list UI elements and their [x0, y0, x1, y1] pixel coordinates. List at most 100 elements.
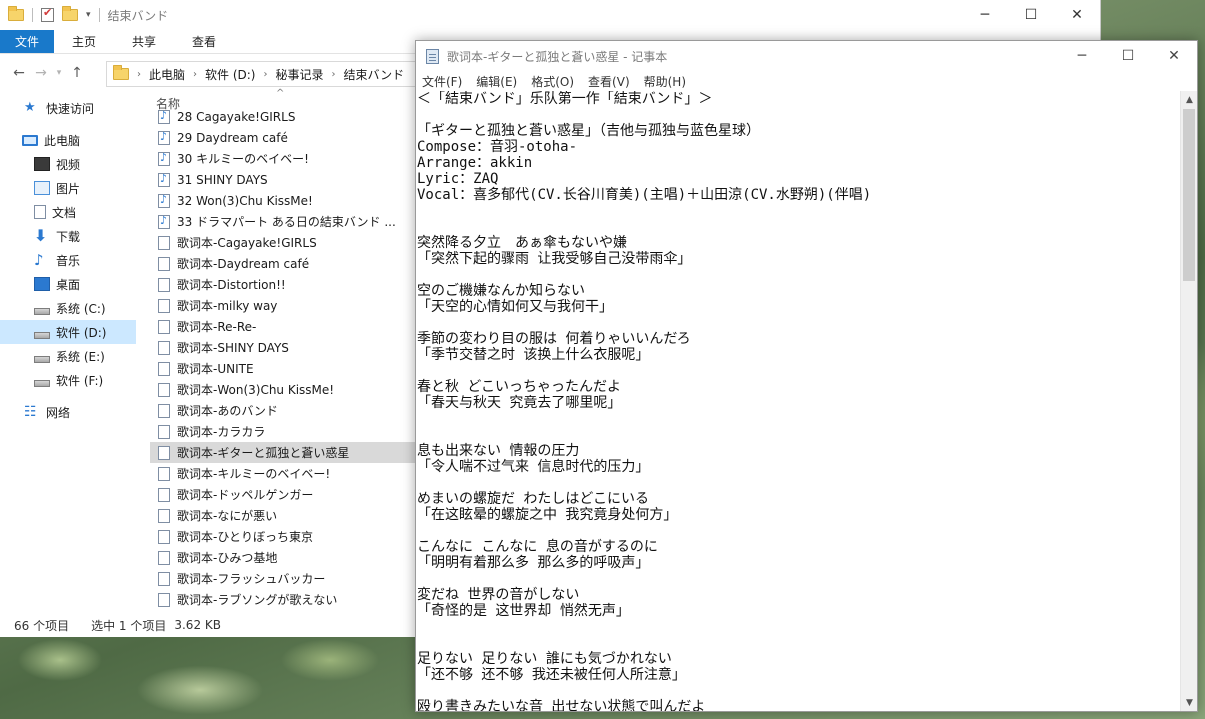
folder-icon[interactable] [8, 6, 24, 21]
list-item[interactable]: 歌词本-Cagayake!GIRLS [150, 232, 416, 253]
menu-format[interactable]: 格式(O) [531, 73, 574, 90]
computer-icon [22, 134, 38, 146]
item-count: 66 个项目 [14, 618, 70, 633]
maximize-icon[interactable]: ☐ [1105, 41, 1151, 71]
list-item[interactable]: 歌词本-ひとりぼっち東京 [150, 526, 416, 547]
list-item[interactable]: 歌词本-ラブソングが歌えない [150, 589, 416, 609]
list-item[interactable]: 歌词本-フラッシュバッカー [150, 568, 416, 589]
scroll-down-icon[interactable]: ▼ [1181, 694, 1198, 711]
list-item[interactable]: 歌词本-キルミーのベイベー! [150, 463, 416, 484]
menu-help[interactable]: 帮助(H) [644, 73, 686, 90]
nav-item[interactable]: 系统 (C:) [0, 296, 136, 320]
text-line: 「突然下起的骤雨 让我受够自己没带雨伞」 [417, 251, 692, 267]
text-line: 空のご機嫌なんか知らない [417, 283, 585, 299]
menu-edit[interactable]: 编辑(E) [476, 73, 517, 90]
nav-item[interactable]: ♪ 音乐 [0, 248, 136, 272]
audio-file-icon [158, 172, 170, 187]
list-item[interactable]: 歌词本-Distortion!! [150, 274, 416, 295]
file-name: 歌词本-UNITE [177, 362, 254, 376]
minimize-icon[interactable]: ─ [962, 0, 1008, 30]
text-line [417, 363, 1180, 379]
forward-arrow-icon[interactable]: → [30, 65, 52, 81]
toolbar-divider [32, 8, 33, 22]
menu-view[interactable]: 查看(V) [588, 73, 630, 90]
recent-dropdown-icon[interactable]: ▾ [52, 68, 66, 78]
list-item[interactable]: 28 Cagayake!GIRLS [150, 106, 416, 127]
list-item[interactable]: 歌词本-Re-Re- [150, 316, 416, 337]
minimize-icon[interactable]: ─ [1059, 41, 1105, 71]
text-line: 足りない 足りない 誰にも気づかれない [417, 651, 672, 667]
nav-item[interactable]: 软件 (F:) [0, 368, 136, 392]
nav-item[interactable]: 系统 (E:) [0, 344, 136, 368]
customize-dropdown-icon[interactable]: ▾ [86, 10, 91, 20]
text-file-icon [158, 382, 170, 397]
list-item[interactable]: 歌词本-SHINY DAYS [150, 337, 416, 358]
nav-item[interactable]: 文档 [0, 200, 136, 224]
list-item[interactable]: 31 SHINY DAYS [150, 169, 416, 190]
ribbon-tab-view[interactable]: 查看 [174, 30, 234, 53]
breadcrumb-item[interactable]: 结束バンド [344, 66, 405, 83]
nav-item[interactable]: 桌面 [0, 272, 136, 296]
breadcrumb-item[interactable]: 秘事记录 [275, 66, 323, 83]
nav-item[interactable]: 视频 [0, 152, 136, 176]
ribbon-tab-file[interactable]: 文件 [0, 30, 55, 53]
nav-item[interactable]: 图片 [0, 176, 136, 200]
text-file-icon [158, 550, 170, 565]
nav-item[interactable]: 此电脑 [0, 128, 136, 152]
nav-item[interactable]: ★ 快速访问 [0, 96, 136, 120]
drive-icon [34, 379, 50, 387]
list-item[interactable]: 32 Won(3)Chu KissMe! [150, 190, 416, 211]
close-icon[interactable]: ✕ [1054, 0, 1100, 30]
new-folder-icon[interactable] [62, 6, 78, 21]
ribbon-tab-home[interactable]: 主页 [54, 30, 114, 53]
nav-item-label: 音乐 [56, 253, 81, 268]
nav-item-label: 软件 (D:) [56, 325, 107, 340]
nav-item[interactable]: ⬇ 下载 [0, 224, 136, 248]
chevron-right-icon[interactable]: › [137, 69, 141, 80]
text-file-icon [158, 529, 170, 544]
file-name: 30 キルミーのベイベー! [177, 152, 309, 166]
properties-icon[interactable] [41, 6, 54, 22]
list-item[interactable]: 歌词本-Won(3)Chu KissMe! [150, 379, 416, 400]
list-item[interactable]: 歌词本-なにが悪い [150, 505, 416, 526]
explorer-title: 结束バンド [107, 8, 169, 23]
ribbon-tab-share[interactable]: 共享 [114, 30, 174, 53]
list-item[interactable]: 歌词本-milky way [150, 295, 416, 316]
nav-item-label: 下载 [56, 229, 81, 244]
close-icon[interactable]: ✕ [1151, 41, 1197, 71]
list-item[interactable]: 歌词本-ドッペルゲンガー [150, 484, 416, 505]
list-item[interactable]: 29 Daydream café [150, 127, 416, 148]
vertical-scrollbar[interactable]: ▲ ▼ [1180, 91, 1197, 711]
breadcrumb-item[interactable]: 软件 (D:) [205, 66, 255, 83]
file-name: 歌词本-Daydream café [177, 257, 310, 271]
text-file-icon [158, 256, 170, 271]
back-arrow-icon[interactable]: ← [8, 65, 30, 81]
maximize-icon[interactable]: ☐ [1008, 0, 1054, 30]
list-item[interactable]: 歌词本-あのバンド [150, 400, 416, 421]
text-line [417, 107, 1180, 123]
scroll-up-icon[interactable]: ▲ [1181, 91, 1198, 108]
nav-item-label: 文档 [52, 205, 77, 220]
scrollbar-thumb[interactable] [1183, 109, 1195, 281]
list-item[interactable]: 歌词本-ギターと孤独と蒼い惑星 [150, 442, 416, 463]
chevron-right-icon[interactable]: › [193, 69, 197, 80]
list-item[interactable]: 歌词本-ひみつ基地 [150, 547, 416, 568]
menu-file[interactable]: 文件(F) [422, 73, 462, 90]
list-item[interactable]: 33 ドラマパート ある日の結束バンド ... [150, 211, 416, 232]
list-item[interactable]: 歌词本-カラカラ [150, 421, 416, 442]
text-file-icon [158, 424, 170, 439]
up-arrow-icon[interactable]: ↑ [66, 65, 88, 81]
nav-item[interactable]: 软件 (D:) [0, 320, 136, 344]
nav-item[interactable]: ☷ 网络 [0, 400, 136, 424]
breadcrumb-item[interactable]: 此电脑 [149, 66, 185, 83]
text-editor-area[interactable]: ＜「結束バンド」乐队第一作「結束バンド」＞ 「ギターと孤独と蒼い惑星」（吉他与孤独… [416, 91, 1180, 711]
list-item[interactable]: 30 キルミーのベイベー! [150, 148, 416, 169]
chevron-right-icon[interactable]: › [332, 69, 336, 80]
file-name: 歌词本-SHINY DAYS [177, 341, 289, 355]
notepad-title-bar: 歌词本-ギターと孤独と蒼い惑星 - 记事本 ─ ☐ ✕ [416, 41, 1197, 71]
drive-icon [34, 307, 50, 315]
file-name: 歌词本-フラッシュバッカー [177, 572, 326, 586]
list-item[interactable]: 歌词本-Daydream café [150, 253, 416, 274]
list-item[interactable]: 歌词本-UNITE [150, 358, 416, 379]
chevron-right-icon[interactable]: › [263, 69, 267, 80]
